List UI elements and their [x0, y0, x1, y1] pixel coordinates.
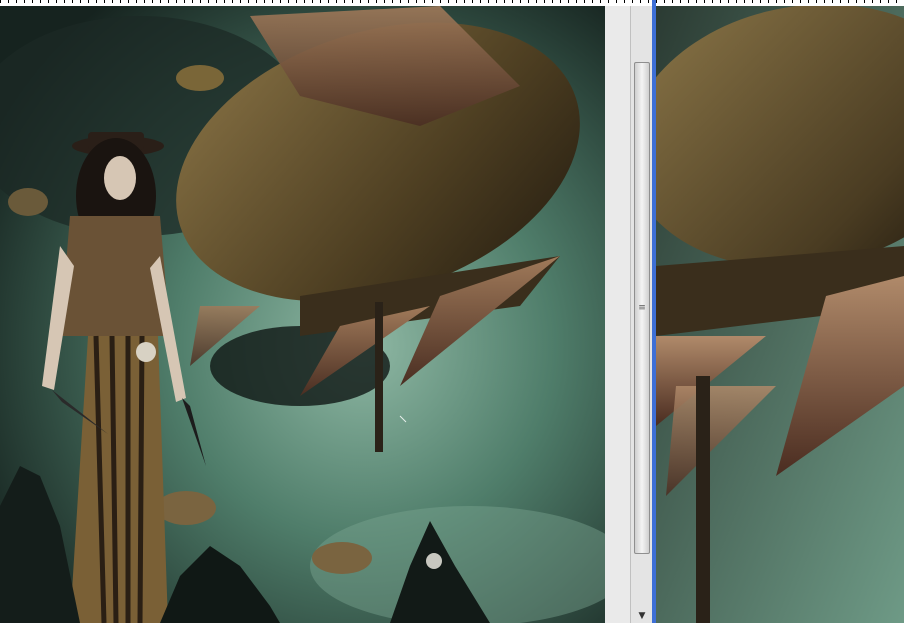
canvas-left-pane[interactable] — [0, 6, 605, 623]
artwork-zoom-canvas — [656, 6, 904, 623]
pane-gap — [605, 6, 630, 623]
scrollbar-thumb[interactable]: ≡ — [634, 62, 650, 554]
canvas-right-pane[interactable] — [656, 6, 904, 623]
scrollbar-grip-icon: ≡ — [638, 303, 646, 313]
vertical-scrollbar[interactable]: ≡ ▼ — [630, 6, 654, 623]
artwork-canvas — [0, 6, 605, 623]
scroll-down-arrow-icon[interactable]: ▼ — [631, 611, 653, 621]
